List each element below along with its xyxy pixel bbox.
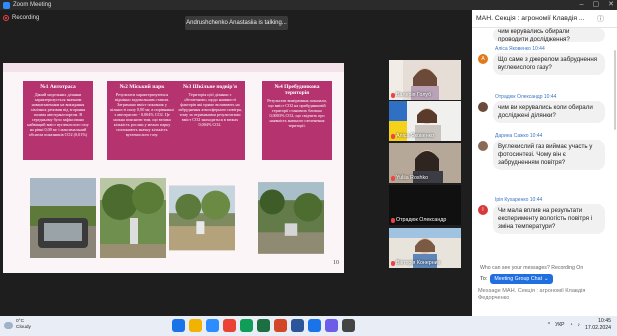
chrome-icon[interactable] <box>240 319 253 332</box>
recipient-dropdown-button[interactable]: Meeting Group Chat ⌄ <box>490 274 553 284</box>
edge-icon[interactable] <box>308 319 321 332</box>
chat-bubble: чим ви керувались коли обирали досліджен… <box>493 101 605 123</box>
recording-indicator[interactable]: Recording <box>3 15 39 21</box>
photo-park-measurement <box>100 178 166 258</box>
video-area: Recording Andrushchenko Anastasiia is ta… <box>0 10 472 316</box>
participant-name: Yuliia Roshko <box>396 175 429 181</box>
avatar: А <box>478 54 488 64</box>
participant-name: Отрадюк Олександр <box>396 217 447 223</box>
word-icon[interactable] <box>291 319 304 332</box>
language-indicator[interactable]: УКР <box>555 322 564 328</box>
zoom-logo-icon <box>3 1 10 9</box>
photo-road-measurement <box>30 178 96 258</box>
excel-icon[interactable] <box>257 319 270 332</box>
start-icon[interactable] <box>172 319 185 332</box>
clock[interactable]: 10:45 17.02.2024 <box>585 318 611 332</box>
maximize-button[interactable]: ▢ <box>593 0 600 10</box>
photo-residential-measurement <box>258 182 324 254</box>
chevron-up-icon[interactable]: ^ <box>548 322 550 328</box>
app-icon[interactable] <box>325 319 338 332</box>
chat-sender: Аліса Яковенко 10:44 <box>495 46 545 52</box>
recipient-label: Meeting Group Chat <box>494 276 543 282</box>
window-title-bar: Zoom Meeting – ▢ ✕ <box>0 0 617 10</box>
clock-time: 10:45 <box>598 318 611 324</box>
to-label: To: <box>480 276 488 282</box>
participant-tile-1[interactable]: Валерія Голуб <box>389 60 461 100</box>
chat-sender: Дарина Сажко 10:44 <box>495 133 543 139</box>
wifi-icon[interactable]: ◔ <box>570 322 573 328</box>
slide-card-1: №1 Автотраса Даний модельних ділянки хар… <box>23 81 93 160</box>
chat-header: МАН. Секція : агрономії Клавдія ... ⓘ <box>472 10 617 28</box>
chat-bubble: Що саме з джерелом забруднення вуглекисл… <box>493 53 605 75</box>
card-title: №2 Міський парк <box>119 84 165 90</box>
window-controls: – ▢ ✕ <box>580 0 614 10</box>
active-speaker-banner: Andrushchenko Anastasiia is talking... <box>185 16 288 30</box>
chat-bubble: Чи мала вплив на результати експерименту… <box>493 204 605 234</box>
window-title: Zoom Meeting <box>13 2 52 8</box>
muted-mic-icon <box>391 261 395 266</box>
close-button[interactable]: ✕ <box>608 0 614 10</box>
file-explorer-icon[interactable] <box>189 319 202 332</box>
avatar <box>478 141 488 151</box>
muted-mic-icon <box>391 134 395 139</box>
opera-icon[interactable] <box>223 319 236 332</box>
card-body: Територія цієї ділянки є «безпечною» щод… <box>178 92 242 127</box>
muted-mic-icon <box>391 176 395 181</box>
chat-header-title: МАН. Секція : агрономії Клавдія ... <box>476 15 585 22</box>
app-icon[interactable] <box>342 319 355 332</box>
chat-message-input[interactable]: Message МАН. Секція : агрономії Клавдія … <box>478 288 611 302</box>
card-body: Результати вимірювань показали, що вміст… <box>267 98 327 128</box>
slide-card-4: №4 Пребудинкова територія Результати вим… <box>262 81 332 160</box>
weather-widget[interactable]: 0°C Cloudy <box>4 319 31 331</box>
powerpoint-icon[interactable] <box>274 319 287 332</box>
card-title: №1 Автотраса <box>40 84 76 90</box>
minimize-button[interactable]: – <box>580 0 584 10</box>
windows-taskbar: 0°C Cloudy ^ УКР ◔ ♪ 10:45 17.02.2024 <box>0 316 617 336</box>
avatar <box>478 102 488 112</box>
photo-schoolyard-measurement <box>169 185 235 251</box>
info-icon[interactable]: ⓘ <box>597 14 604 24</box>
muted-mic-icon <box>391 93 395 98</box>
taskbar-apps <box>172 319 355 332</box>
slide-card-2: №2 Міський парк Результати характеризуют… <box>107 81 177 160</box>
recording-label: Recording <box>12 15 40 21</box>
participant-tile-4[interactable]: Отрадюк Олександр <box>389 185 461 225</box>
card-title: №3 Шкільне подвір'я <box>183 84 237 90</box>
card-body: Результати характеризуються відмінно зад… <box>110 92 174 137</box>
clock-date: 17.02.2024 <box>585 325 611 331</box>
chat-bubble: Вуглекислий газ виймає участь у фотосинт… <box>493 140 605 170</box>
chevron-down-icon: ⌄ <box>544 276 549 282</box>
recipient-row: To: Meeting Group Chat ⌄ <box>480 274 553 284</box>
participant-tile-3[interactable]: Yuliia Roshko <box>389 143 461 183</box>
participant-name: Аліса Яковенко <box>396 133 434 139</box>
shared-slide: №1 Автотраса Даний модельних ділянки хар… <box>3 63 344 273</box>
participant-name: Валерія Голуб <box>396 92 432 98</box>
slide-header-band <box>3 63 344 72</box>
card-title: №4 Пребудинкова територія <box>274 84 320 96</box>
zoom-icon[interactable] <box>206 319 219 332</box>
chat-bubble: чим керувались обирали проводити дослідж… <box>493 28 605 42</box>
volume-icon[interactable]: ♪ <box>578 322 581 328</box>
participant-tile-2[interactable]: Аліса Яковенко <box>389 101 461 141</box>
who-can-see-notice[interactable]: Who can see your messages? Recording On <box>480 265 583 271</box>
cloud-icon <box>4 321 13 329</box>
chat-scrollbar[interactable] <box>614 50 616 130</box>
system-tray: ^ УКР ◔ ♪ 10:45 17.02.2024 <box>548 318 611 332</box>
avatar: І <box>478 205 488 215</box>
recording-icon <box>3 15 9 21</box>
chat-sender: Ірія Кухаренко 10:44 <box>495 197 543 203</box>
slide-page-number: 10 <box>333 260 339 266</box>
chat-panel: МАН. Секція : агрономії Клавдія ... ⓘ чи… <box>472 10 617 316</box>
slide-card-3: №3 Шкільне подвір'я Територія цієї ділян… <box>175 81 245 160</box>
muted-mic-icon <box>391 218 395 223</box>
participant-tile-5[interactable]: Вікторія Конерних <box>389 228 461 268</box>
participant-name: Вікторія Конерних <box>396 260 441 266</box>
card-body: Даний модельних ділянки характеризується… <box>27 92 89 137</box>
chat-messages[interactable]: чим керувались обирали проводити дослідж… <box>472 28 617 263</box>
weather-description: Cloudy <box>16 325 31 330</box>
chat-sender: Отрадюк Олександр 10:44 <box>495 94 557 100</box>
